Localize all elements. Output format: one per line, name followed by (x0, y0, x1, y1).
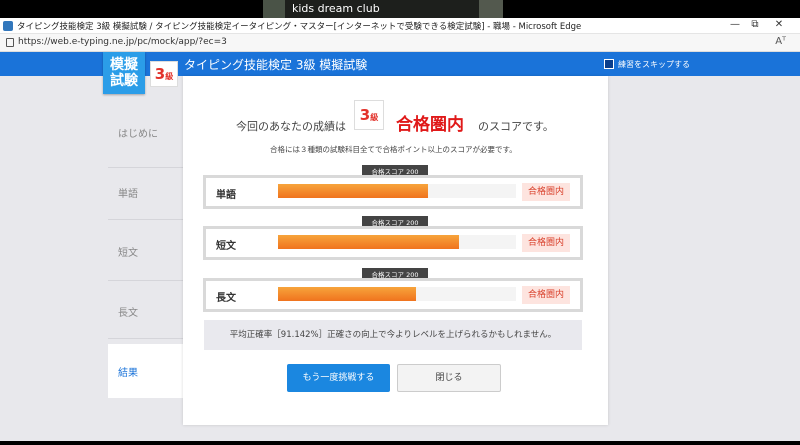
row-label: 短文 (216, 241, 236, 252)
address-bar[interactable]: https://web.e-typing.ne.jp/pc/mock/app/?… (0, 34, 800, 52)
sidebar-item-result[interactable]: 結果 (108, 344, 188, 398)
level-suffix: 級 (370, 113, 379, 122)
accuracy-message: 平均正確率［91.142%］正確さの向上で今よりレベルを上げられるかもしれません… (204, 320, 582, 350)
url-field[interactable]: https://web.e-typing.ne.jp/pc/mock/app/?… (18, 37, 227, 47)
lock-icon (6, 38, 14, 47)
close-dialog-button[interactable]: 閉じる (397, 364, 501, 392)
score-row-short: 短文 合格圏内 (203, 226, 583, 260)
row-label: 単語 (216, 190, 236, 201)
sidebar-divider (108, 219, 188, 220)
score-row-words: 単語 合格圏内 (203, 175, 583, 209)
page-title: タイピング技能検定 3級 模擬試験 (184, 58, 368, 72)
pass-badge: 合格圏内 (522, 183, 570, 201)
sidebar: はじめに 単語 短文 長文 結果 (108, 76, 188, 445)
tab-icon (3, 21, 13, 31)
close-button[interactable]: ✕ (772, 19, 786, 30)
sidebar-item-intro[interactable]: はじめに (108, 125, 188, 145)
row-label: 長文 (216, 293, 236, 304)
screen: kids dream club タイピング技能検定 3級 模擬試験 / タイピン… (0, 0, 800, 445)
sidebar-item-long[interactable]: 長文 (108, 304, 188, 324)
result-level-badge: 3級 (354, 100, 384, 130)
score-bar-fill (278, 235, 459, 249)
video-thumbnail (263, 0, 285, 18)
participant-name: kids dream club (292, 2, 380, 15)
sidebar-divider (108, 280, 188, 281)
window-title: タイピング技能検定 3級 模擬試験 / タイピング技能検定イータイピング・マスタ… (17, 22, 582, 32)
result-prefix: 今回のあなたの成績は (236, 120, 346, 133)
logo-line: 模擬 (110, 57, 138, 73)
pass-badge: 合格圏内 (522, 234, 570, 252)
score-bar-track (278, 184, 516, 198)
browser-title-bar: タイピング技能検定 3級 模擬試験 / タイピング技能検定イータイピング・マスタ… (0, 18, 800, 34)
result-status: 合格圏内 (396, 115, 464, 135)
maximize-button[interactable]: ⧉ (748, 19, 762, 30)
sidebar-divider (108, 338, 188, 339)
pass-note: 合格には３種類の試験科目全てで合格ポイント以上のスコアが必要です。 (270, 145, 517, 154)
score-bar-track (278, 235, 516, 249)
pass-badge: 合格圏内 (522, 286, 570, 304)
result-suffix: のスコアです。 (478, 120, 554, 133)
skip-label-text: 練習をスキップする (618, 60, 690, 69)
sidebar-divider (108, 167, 188, 168)
video-thumbnail (479, 0, 503, 18)
read-aloud-icon[interactable]: Aᵀ (775, 36, 786, 47)
minimize-button[interactable]: — (728, 19, 742, 30)
sidebar-item-words[interactable]: 単語 (108, 185, 188, 205)
score-bar-fill (278, 184, 428, 198)
level-number: 3 (359, 106, 371, 124)
retry-button[interactable]: もう一度挑戦する (287, 364, 390, 392)
score-bar-fill (278, 287, 417, 301)
bottom-strip (0, 441, 800, 445)
score-row-long: 長文 合格圏内 (203, 278, 583, 312)
sidebar-item-short[interactable]: 短文 (108, 244, 188, 264)
score-bar-track (278, 287, 516, 301)
skip-practice-label[interactable]: 練習をスキップする (604, 59, 690, 70)
